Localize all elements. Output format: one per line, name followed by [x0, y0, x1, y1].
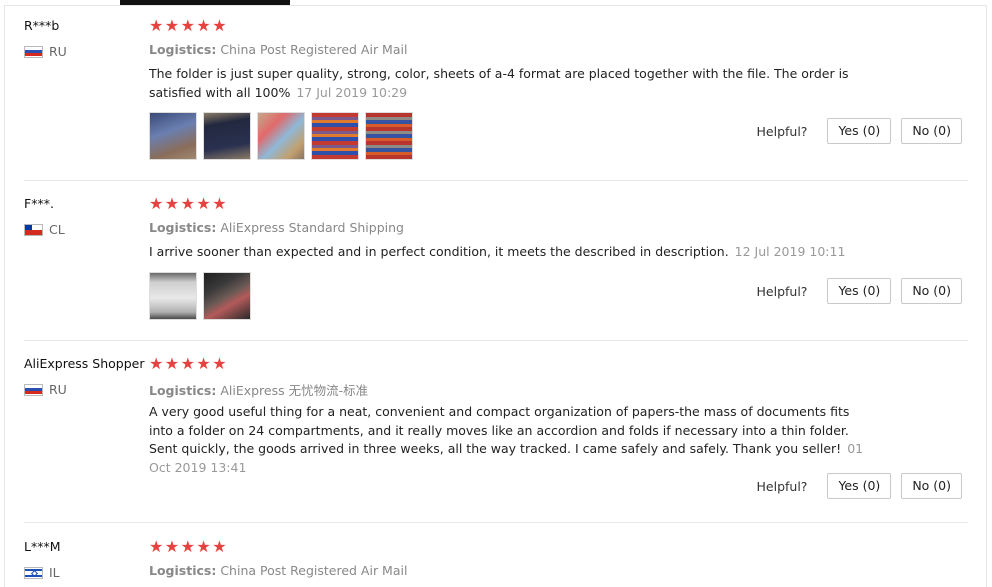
- review-date: 17 Jul 2019 10:29: [296, 84, 408, 100]
- reviewer-country: RU: [24, 44, 67, 59]
- star-icon: ★: [212, 354, 227, 373]
- review-item: R***b RU ★★★★★ Logistics: China Post Reg…: [24, 18, 968, 181]
- star-icon: ★: [180, 194, 195, 213]
- reviewer-country: IL: [24, 565, 60, 580]
- logistics-method: AliExpress Standard Shipping: [220, 220, 404, 235]
- star-icon: ★: [196, 16, 211, 35]
- reviewer-name: R***b: [24, 18, 60, 33]
- helpful-no-button[interactable]: No (0): [901, 278, 962, 304]
- star-icon: ★: [212, 537, 227, 556]
- review-photos: [149, 112, 413, 160]
- israel-flag-icon: [24, 566, 43, 579]
- star-rating: ★★★★★: [149, 539, 228, 555]
- review-photo-5[interactable]: [365, 112, 413, 160]
- logistics-method: China Post Registered Air Mail: [220, 42, 408, 57]
- review-photos: [149, 272, 251, 320]
- star-icon: ★: [149, 354, 164, 373]
- logistics-method: AliExpress 无忧物流-标准: [220, 383, 369, 398]
- helpful-yes-button[interactable]: Yes (0): [827, 473, 892, 499]
- reviewer-name: AliExpress Shopper: [24, 356, 145, 371]
- helpful-vote: Helpful? Yes (0) No (0): [757, 118, 962, 144]
- helpful-vote: Helpful? Yes (0) No (0): [757, 473, 962, 499]
- country-code: RU: [49, 382, 67, 397]
- review-photo-1[interactable]: [149, 272, 197, 320]
- star-icon: ★: [164, 194, 180, 213]
- helpful-no-button[interactable]: No (0): [901, 473, 962, 499]
- review-text: I arrive sooner than expected and in per…: [149, 243, 909, 262]
- country-code: IL: [49, 565, 60, 580]
- star-icon: ★: [180, 16, 195, 35]
- star-icon: ★: [164, 354, 180, 373]
- reviewer-name: F***.: [24, 196, 54, 211]
- star-rating: ★★★★★: [149, 196, 228, 212]
- logistics-label: Logistics:: [149, 383, 217, 398]
- logistics-info: Logistics: AliExpress 无忧物流-标准: [149, 380, 368, 399]
- star-icon: ★: [164, 537, 180, 556]
- review-photo-3[interactable]: [257, 112, 305, 160]
- logistics-label: Logistics:: [149, 563, 217, 578]
- star-icon: ★: [149, 537, 164, 556]
- logistics-label: Logistics:: [149, 42, 217, 57]
- country-code: RU: [49, 44, 67, 59]
- review-item: AliExpress Shopper RU ★★★★★ Logistics: A…: [24, 356, 968, 523]
- helpful-label: Helpful?: [756, 123, 808, 139]
- logistics-info: Logistics: China Post Registered Air Mai…: [149, 563, 407, 578]
- star-icon: ★: [164, 16, 180, 35]
- star-icon: ★: [196, 194, 211, 213]
- logistics-info: Logistics: AliExpress Standard Shipping: [149, 220, 404, 235]
- review-text: A very good useful thing for a neat, con…: [149, 403, 869, 477]
- logistics-label: Logistics:: [149, 220, 217, 235]
- review-photo-2[interactable]: [203, 112, 251, 160]
- review-photo-2[interactable]: [203, 272, 251, 320]
- review-date: 12 Jul 2019 10:11: [734, 244, 846, 259]
- star-icon: ★: [196, 354, 211, 373]
- reviewer-country: RU: [24, 382, 67, 397]
- helpful-yes-button[interactable]: Yes (0): [827, 278, 892, 304]
- logistics-method: China Post Registered Air Mail: [220, 563, 408, 578]
- star-icon: ★: [180, 354, 195, 373]
- review-item: F***. CL ★★★★★ Logistics: AliExpress Sta…: [24, 196, 968, 341]
- star-icon: ★: [196, 537, 211, 556]
- review-text: The folder is just super quality, strong…: [149, 65, 869, 102]
- star-icon: ★: [149, 16, 164, 35]
- helpful-label: Helpful?: [756, 283, 808, 299]
- helpful-yes-button[interactable]: Yes (0): [827, 118, 892, 144]
- review-body: A very good useful thing for a neat, con…: [149, 404, 850, 456]
- review-body: The folder is just super quality, strong…: [149, 66, 849, 100]
- star-icon: ★: [149, 194, 164, 213]
- russia-flag-icon: [24, 45, 43, 58]
- helpful-no-button[interactable]: No (0): [901, 118, 962, 144]
- chile-flag-icon: [24, 223, 43, 236]
- active-tab-indicator: [120, 0, 290, 5]
- star-rating: ★★★★★: [149, 356, 228, 372]
- star-icon: ★: [212, 16, 227, 35]
- russia-flag-icon: [24, 383, 43, 396]
- star-rating: ★★★★★: [149, 18, 228, 34]
- review-photo-4[interactable]: [311, 112, 359, 160]
- helpful-label: Helpful?: [756, 478, 808, 494]
- reviewer-country: CL: [24, 222, 65, 237]
- review-body: I arrive sooner than expected and in per…: [149, 244, 729, 259]
- review-photo-1[interactable]: [149, 112, 197, 160]
- reviewer-name: L***M: [24, 539, 61, 554]
- star-icon: ★: [180, 537, 195, 556]
- country-code: CL: [49, 222, 65, 237]
- logistics-info: Logistics: China Post Registered Air Mai…: [149, 42, 407, 57]
- helpful-vote: Helpful? Yes (0) No (0): [757, 278, 962, 304]
- review-item: L***M IL ★★★★★ Logistics: China Post Reg…: [24, 539, 968, 587]
- star-icon: ★: [212, 194, 227, 213]
